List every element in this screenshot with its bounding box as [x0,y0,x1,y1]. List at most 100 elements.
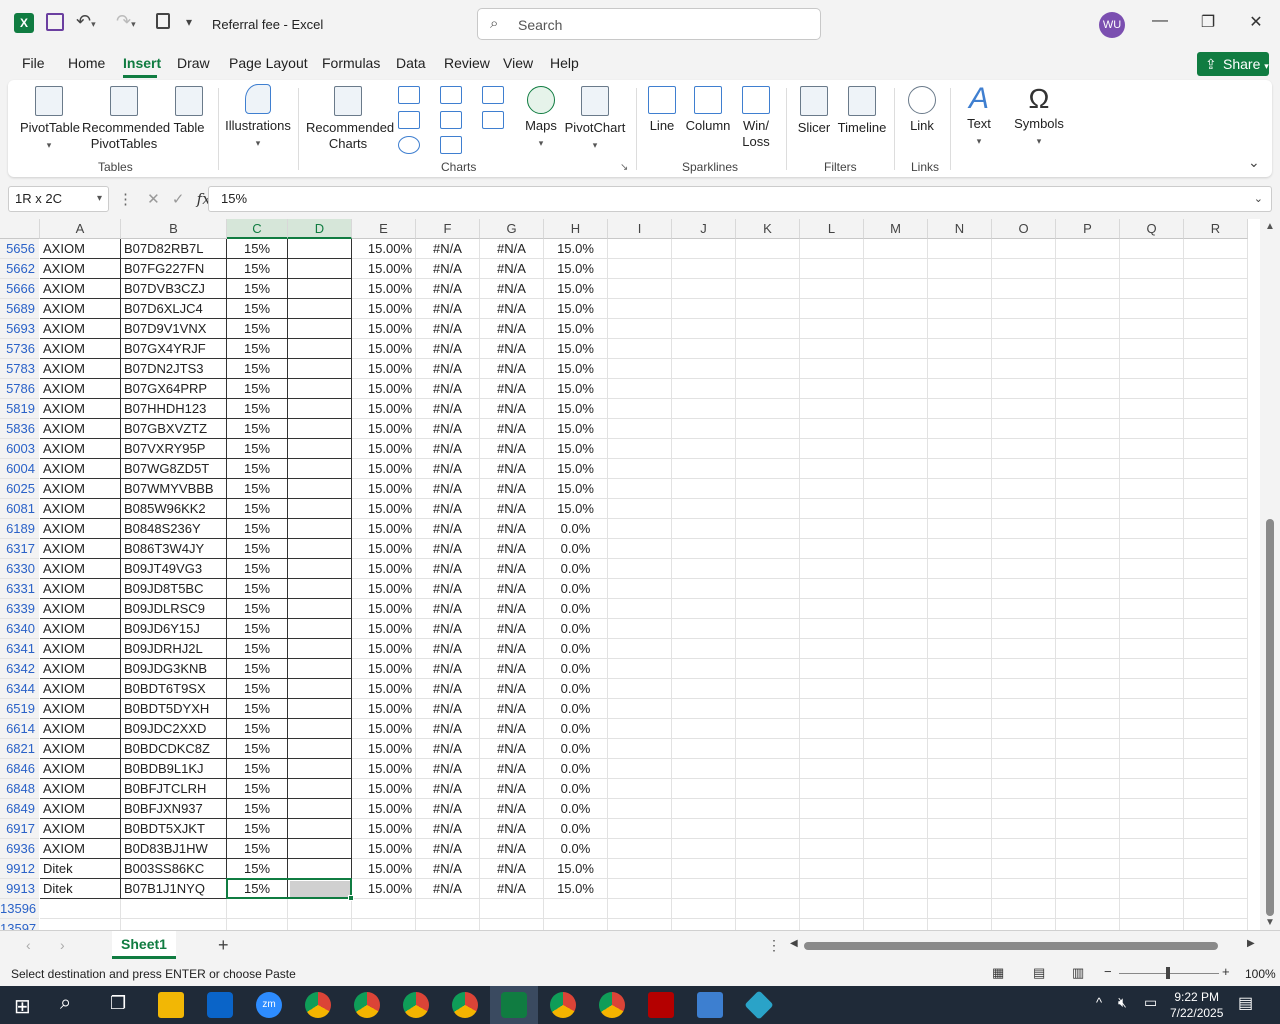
cell-empty[interactable] [992,719,1056,739]
cell-empty[interactable] [608,839,672,859]
minimize-icon[interactable]: — [1145,12,1175,30]
pivotchart-button[interactable]: PivotChart ▾ [564,86,626,153]
cell-h[interactable]: 0.0% [544,599,608,619]
cell-empty[interactable] [608,479,672,499]
cell-f[interactable]: #N/A [416,679,480,699]
row-header[interactable]: 6330 [0,559,39,579]
cell-empty[interactable] [992,799,1056,819]
cell-empty[interactable] [736,839,800,859]
cell-empty[interactable] [800,319,864,339]
hierarchy-chart-icon[interactable] [440,86,462,104]
cell-empty[interactable] [672,799,736,819]
cell-empty[interactable] [992,299,1056,319]
cell-empty[interactable] [1056,739,1120,759]
cell-e[interactable]: 15.00% [352,699,416,719]
cell-g[interactable]: #N/A [480,639,544,659]
cell-empty[interactable] [1184,899,1248,919]
cell-d[interactable] [288,659,352,679]
normal-view-icon[interactable]: ▦ [992,965,1004,981]
cell-empty[interactable] [928,819,992,839]
cell-empty[interactable] [1056,359,1120,379]
sparkline-column-button[interactable]: Column [684,86,732,134]
cell-d[interactable] [288,319,352,339]
cell-f[interactable]: #N/A [416,379,480,399]
cell-c[interactable]: 15% [227,839,288,859]
cell-g[interactable]: #N/A [480,239,544,259]
cell-g[interactable]: #N/A [480,399,544,419]
cell-empty[interactable] [1056,659,1120,679]
cell-c[interactable]: 15% [227,479,288,499]
cell-empty[interactable] [864,759,928,779]
cell-c[interactable]: 15% [227,359,288,379]
row-header[interactable]: 6003 [0,439,39,459]
row-header[interactable]: 5736 [0,339,39,359]
cell-empty[interactable] [1120,299,1184,319]
cell-g[interactable]: #N/A [480,679,544,699]
cell-e[interactable]: 15.00% [352,859,416,879]
cell-h[interactable]: 15.0% [544,879,608,899]
cell-empty[interactable] [608,399,672,419]
line-chart-icon[interactable] [398,111,420,129]
cell-e[interactable]: 15.00% [352,239,416,259]
cell-empty[interactable] [928,539,992,559]
cell-empty[interactable] [672,279,736,299]
cell-empty[interactable] [864,359,928,379]
tab-draw[interactable]: Draw [177,55,210,71]
cell-a[interactable]: AXIOM [40,339,121,359]
cell-empty[interactable] [608,459,672,479]
cell-empty[interactable] [608,759,672,779]
cell-f[interactable]: #N/A [416,579,480,599]
cell-empty[interactable] [1120,459,1184,479]
cell-empty[interactable] [800,819,864,839]
cell-empty[interactable] [608,539,672,559]
cell-e[interactable]: 15.00% [352,339,416,359]
cell-empty[interactable] [736,879,800,899]
cell-empty[interactable] [1120,599,1184,619]
cell-empty[interactable] [1184,659,1248,679]
cell-e[interactable]: 15.00% [352,819,416,839]
cell-empty[interactable] [800,359,864,379]
pivottable-button[interactable]: PivotTable ▾ [20,86,80,153]
cell-h[interactable]: 0.0% [544,799,608,819]
cell-b[interactable]: B0BFJTCLRH [121,779,227,799]
cell-h[interactable] [544,899,608,919]
cell-d[interactable] [288,519,352,539]
cell-empty[interactable] [1120,619,1184,639]
cell-empty[interactable] [800,779,864,799]
cell-h[interactable]: 15.0% [544,379,608,399]
cell-e[interactable]: 15.00% [352,579,416,599]
cell-empty[interactable] [992,379,1056,399]
cell-a[interactable]: AXIOM [40,819,121,839]
cell-e[interactable]: 15.00% [352,379,416,399]
cell-empty[interactable] [992,679,1056,699]
cell-d[interactable] [288,379,352,399]
cell-empty[interactable] [1120,819,1184,839]
cell-empty[interactable] [608,379,672,399]
chrome-icon[interactable] [550,992,576,1018]
cell-empty[interactable] [1120,379,1184,399]
cell-empty[interactable] [1184,439,1248,459]
cell-h[interactable]: 15.0% [544,339,608,359]
cell-empty[interactable] [672,719,736,739]
customize-toolbar-icon[interactable]: ▾ [186,15,192,29]
cell-empty[interactable] [1184,599,1248,619]
tab-help[interactable]: Help [550,55,579,71]
cell-g[interactable]: #N/A [480,699,544,719]
cell-empty[interactable] [672,439,736,459]
cell-h[interactable]: 15.0% [544,279,608,299]
row-header[interactable]: 6317 [0,539,39,559]
cell-empty[interactable] [736,719,800,739]
cell-d[interactable] [288,719,352,739]
cell-empty[interactable] [800,459,864,479]
cell-e[interactable]: 15.00% [352,879,416,899]
cell-e[interactable]: 15.00% [352,279,416,299]
column-header-l[interactable]: L [800,219,864,239]
cell-empty[interactable] [800,899,864,919]
cell-d[interactable] [288,359,352,379]
cell-empty[interactable] [864,539,928,559]
cell-c[interactable]: 15% [227,759,288,779]
cell-empty[interactable] [864,599,928,619]
cell-empty[interactable] [1184,879,1248,899]
row-header[interactable]: 6081 [0,499,39,519]
cell-g[interactable]: #N/A [480,579,544,599]
